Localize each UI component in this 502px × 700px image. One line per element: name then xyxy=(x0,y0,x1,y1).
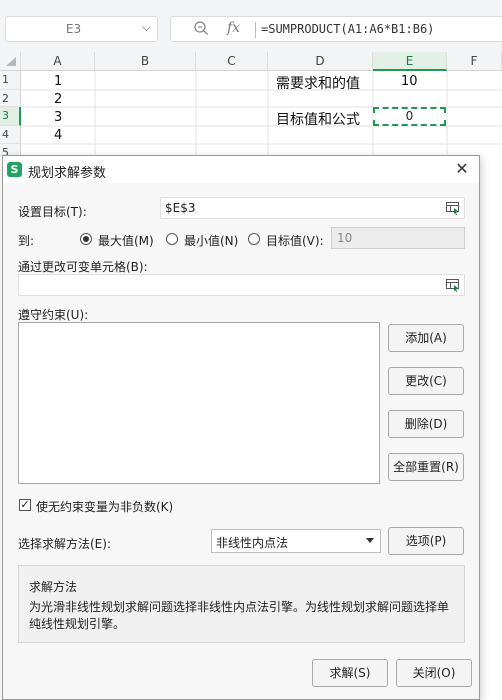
delete-button[interactable]: 删除(D) xyxy=(388,410,464,438)
to-label: 到: xyxy=(18,234,35,248)
changing-cells-input[interactable] xyxy=(18,274,465,296)
column-header-a[interactable]: A xyxy=(21,52,95,71)
cell-d1[interactable]: 需要求和的值 xyxy=(276,73,360,93)
solve-button[interactable]: 求解(S) xyxy=(312,659,388,687)
radio-value-of[interactable] xyxy=(248,233,260,245)
formula-separator xyxy=(255,22,256,38)
name-box[interactable]: E3 ⌵ xyxy=(5,16,158,42)
column-header-b[interactable]: B xyxy=(95,52,196,71)
method-selected: 非线性内点法 xyxy=(216,536,289,550)
options-button[interactable]: 选项(P) xyxy=(388,527,464,555)
cell-d3[interactable]: 目标值和公式 xyxy=(276,109,360,129)
column-header-d[interactable]: D xyxy=(268,52,373,71)
formula-input[interactable]: fx =SUMPRODUCT(A1:A6*B1:B6) xyxy=(170,16,502,42)
dialog-titlebar[interactable]: S 规划求解参数 ✕ xyxy=(3,156,479,183)
radio-min[interactable] xyxy=(166,233,178,245)
radio-max[interactable] xyxy=(80,233,92,245)
column-header-f[interactable]: F xyxy=(447,52,502,71)
method-box-title: 求解方法 xyxy=(29,580,78,594)
radio-min-label[interactable]: 最小值(N) xyxy=(184,232,238,249)
cell-a3[interactable]: 3 xyxy=(54,110,62,125)
target-value-input[interactable]: 10 xyxy=(331,227,465,249)
cell-e3[interactable]: 0 xyxy=(373,107,446,126)
cell-a4[interactable]: 4 xyxy=(54,128,62,143)
reset-all-button[interactable]: 全部重置(R) xyxy=(388,453,464,481)
row-header-2[interactable]: 2 xyxy=(0,90,21,107)
close-button[interactable]: 关闭(O) xyxy=(396,659,472,687)
row-header-3[interactable]: 3 xyxy=(0,107,21,126)
constraints-list[interactable] xyxy=(18,322,380,484)
changing-cells-label: 通过更改可变单元格(B): xyxy=(18,260,148,274)
row-header-1[interactable]: 1 xyxy=(0,71,21,90)
close-icon[interactable]: ✕ xyxy=(453,160,471,178)
formula-bar: E3 ⌵ fx =SUMPRODUCT(A1:A6*B1:B6) xyxy=(0,0,502,52)
cell-a2[interactable]: 2 xyxy=(54,92,62,107)
chevron-down-icon[interactable]: ⌵ xyxy=(142,20,151,35)
method-select[interactable]: 非线性内点法 xyxy=(211,529,381,553)
formula-text[interactable]: =SUMPRODUCT(A1:A6*B1:B6) xyxy=(261,22,434,36)
add-button[interactable]: 添加(A) xyxy=(388,324,464,352)
dropdown-arrow-icon[interactable] xyxy=(366,538,374,543)
set-objective-label: 设置目标(T): xyxy=(18,205,87,219)
row-header-4[interactable]: 4 xyxy=(0,126,21,144)
radio-value-of-label[interactable]: 目标值(V): xyxy=(266,232,324,249)
nonneg-checkbox[interactable]: ✓ xyxy=(19,499,31,511)
nonneg-label[interactable]: 使无约束变量为非负数(K) xyxy=(36,498,173,515)
method-label: 选择求解方法(E): xyxy=(18,537,111,551)
cell-e1[interactable]: 10 xyxy=(401,74,418,89)
range-select-icon[interactable] xyxy=(446,279,460,292)
radio-max-label[interactable]: 最大值(M) xyxy=(98,232,154,249)
range-select-icon[interactable] xyxy=(446,202,460,215)
select-all-corner[interactable] xyxy=(0,52,21,71)
cell-a1[interactable]: 1 xyxy=(54,74,62,89)
app-logo-icon: S xyxy=(7,162,22,177)
name-box-value: E3 xyxy=(65,22,82,36)
column-header-e[interactable]: E xyxy=(373,52,447,71)
set-objective-value: $E$3 xyxy=(165,201,196,215)
zoom-icon[interactable] xyxy=(193,20,209,36)
column-header-c[interactable]: C xyxy=(196,52,268,71)
set-objective-input[interactable]: $E$3 xyxy=(160,197,465,219)
solver-dialog: S 规划求解参数 ✕ 设置目标(T): $E$3 到: 最大值(M) 最小值(N… xyxy=(2,155,480,700)
method-description: 为光滑非线性规划求解问题选择非线性内点法引擎。为线性规划求解问题选择单纯线性规划… xyxy=(29,600,450,631)
corner-triangle-icon xyxy=(6,57,16,66)
fx-icon[interactable]: fx xyxy=(227,20,240,36)
constraints-label: 遵守约束(U): xyxy=(18,308,89,322)
method-description-box: 求解方法 为光滑非线性规划求解问题选择非线性内点法引擎。为线性规划求解问题选择单… xyxy=(18,565,465,643)
change-button[interactable]: 更改(C) xyxy=(388,367,464,395)
dialog-title: 规划求解参数 xyxy=(28,166,107,181)
